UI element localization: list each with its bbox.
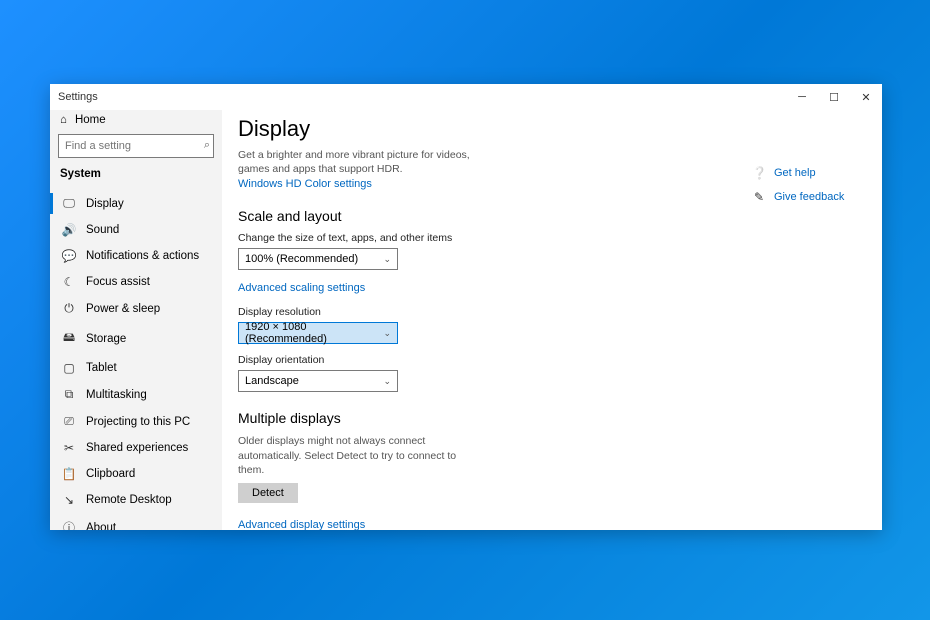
sidebar-item-storage[interactable]: 🖴 Storage [50, 322, 222, 355]
get-help-label: Get help [774, 167, 816, 179]
search-input[interactable] [58, 134, 214, 158]
sidebar-item-label: About [86, 522, 116, 531]
titlebar: Settings ─ ☐ ✕ [50, 84, 882, 110]
sidebar-icon: ☾ [62, 275, 76, 289]
home-icon: ⌂ [60, 114, 67, 126]
chevron-down-icon: ⌄ [383, 254, 391, 265]
minimize-button[interactable]: ─ [786, 84, 818, 110]
window-body: ⌂ Home ⌕ System 🖵 Display 🔊 Sound 💬 Notificat… [50, 110, 882, 530]
sidebar-item-focus-assist[interactable]: ☾ Focus assist [50, 269, 222, 295]
sidebar-item-label: Power & sleep [86, 303, 160, 315]
feedback-icon: ✎ [752, 190, 766, 204]
sidebar-item-label: Focus assist [86, 276, 150, 288]
sidebar-item-label: Sound [86, 224, 119, 236]
sidebar-item-label: Tablet [86, 362, 117, 374]
sidebar-item-label: Multitasking [86, 389, 147, 401]
window-title: Settings [50, 91, 98, 103]
settings-window: Settings ─ ☐ ✕ ⌂ Home ⌕ System 🖵 Display 🔊… [50, 84, 882, 530]
advanced-scaling-link[interactable]: Advanced scaling settings [238, 282, 365, 294]
orientation-label: Display orientation [238, 354, 736, 366]
sidebar-icon: ⎚ [62, 414, 76, 429]
advanced-display-link[interactable]: Advanced display settings [238, 519, 736, 530]
resolution-label: Display resolution [238, 306, 736, 318]
sidebar-item-label: Storage [86, 333, 126, 345]
sidebar-item-tablet[interactable]: ▢ Tablet [50, 355, 222, 381]
sidebar-item-label: Display [86, 198, 124, 210]
scale-select[interactable]: 100% (Recommended) ⌄ [238, 248, 398, 270]
sidebar-icon: 💬 [62, 249, 76, 263]
sidebar-item-label: Projecting to this PC [86, 416, 190, 428]
hd-color-link[interactable]: Windows HD Color settings [238, 178, 372, 190]
sidebar-icon: 📋 [62, 467, 76, 481]
sidebar-item-display[interactable]: 🖵 Display [50, 190, 222, 217]
sidebar-item-sound[interactable]: 🔊 Sound [50, 217, 222, 243]
orientation-value: Landscape [245, 375, 299, 387]
multi-desc: Older displays might not always connect … [238, 434, 478, 477]
sidebar-item-notifications-actions[interactable]: 💬 Notifications & actions [50, 243, 222, 269]
scale-label: Change the size of text, apps, and other… [238, 232, 736, 244]
sidebar-item-shared-experiences[interactable]: ✂ Shared experiences [50, 435, 222, 461]
help-icon: ❔ [752, 166, 766, 180]
sidebar-item-label: Remote Desktop [86, 494, 172, 506]
chevron-down-icon: ⌄ [383, 328, 391, 339]
sidebar-item-projecting-to-this-pc[interactable]: ⎚ Projecting to this PC [50, 408, 222, 435]
content-area: Display Get a brighter and more vibrant … [222, 110, 882, 530]
orientation-select[interactable]: Landscape ⌄ [238, 370, 398, 392]
hdr-description: Get a brighter and more vibrant picture … [238, 148, 498, 176]
close-button[interactable]: ✕ [850, 84, 882, 110]
chevron-down-icon: ⌄ [383, 376, 391, 387]
sidebar-category: System [50, 166, 222, 186]
sidebar-icon: ✂ [62, 441, 76, 455]
sidebar-item-power-sleep[interactable]: ⏻ Power & sleep [50, 295, 222, 322]
scale-header: Scale and layout [238, 208, 736, 224]
sidebar-icon: ⏻ [62, 301, 76, 316]
sidebar-item-clipboard[interactable]: 📋 Clipboard [50, 461, 222, 487]
scale-value: 100% (Recommended) [245, 253, 358, 265]
multiple-displays-header: Multiple displays [238, 410, 736, 426]
detect-button[interactable]: Detect [238, 483, 298, 503]
give-feedback-link[interactable]: ✎ Give feedback [752, 190, 882, 204]
sidebar: ⌂ Home ⌕ System 🖵 Display 🔊 Sound 💬 Notificat… [50, 110, 222, 530]
sidebar-icon: 🔊 [62, 223, 76, 237]
main-column: Display Get a brighter and more vibrant … [222, 110, 752, 530]
sidebar-icon: 🖵 [62, 196, 76, 211]
sidebar-icon: 🖴 [62, 328, 76, 349]
right-column: ❔ Get help ✎ Give feedback [752, 110, 882, 530]
resolution-value: 1920 × 1080 (Recommended) [245, 321, 383, 345]
sidebar-icon: ⧉ [62, 387, 76, 402]
sidebar-nav: 🖵 Display 🔊 Sound 💬 Notifications & actions ☾ F… [50, 186, 222, 530]
sidebar-item-multitasking[interactable]: ⧉ Multitasking [50, 381, 222, 408]
sidebar-icon: ⓘ [62, 519, 76, 530]
sidebar-icon: ↘ [62, 493, 76, 507]
window-controls: ─ ☐ ✕ [786, 84, 882, 110]
get-help-link[interactable]: ❔ Get help [752, 166, 882, 180]
give-feedback-label: Give feedback [774, 191, 844, 203]
sidebar-item-label: Shared experiences [86, 442, 188, 454]
sidebar-icon: ▢ [62, 361, 76, 375]
sidebar-home[interactable]: ⌂ Home [50, 110, 222, 134]
search-wrap: ⌕ [50, 134, 222, 166]
maximize-button[interactable]: ☐ [818, 84, 850, 110]
home-label: Home [75, 114, 106, 126]
sidebar-item-remote-desktop[interactable]: ↘ Remote Desktop [50, 487, 222, 513]
resolution-select[interactable]: 1920 × 1080 (Recommended) ⌄ [238, 322, 398, 344]
sidebar-item-label: Clipboard [86, 468, 135, 480]
sidebar-item-label: Notifications & actions [86, 250, 199, 262]
sidebar-item-about[interactable]: ⓘ About [50, 513, 222, 530]
page-title: Display [238, 116, 736, 142]
